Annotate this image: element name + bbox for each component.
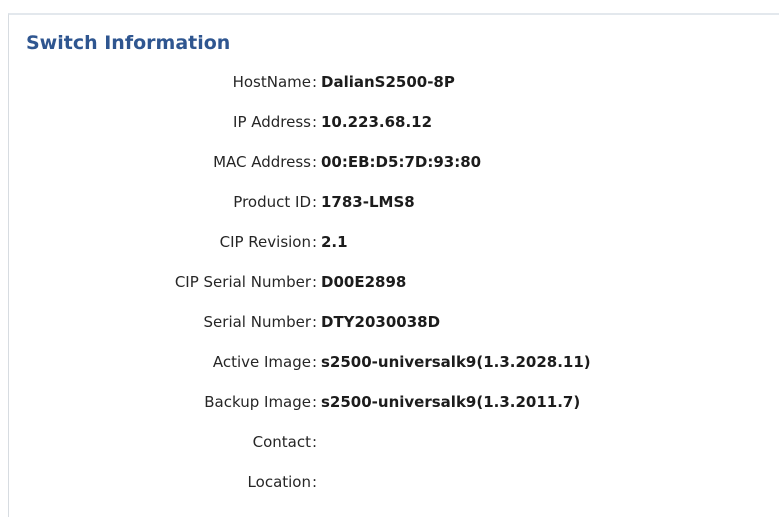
ip-address-label: IP Address [233,113,311,131]
location-row: Location : [9,471,779,493]
mac-address-row: MAC Address : 00:EB:D5:7D:93:80 [9,151,779,173]
backup-image-row: Backup Image : s2500-universalk9(1.3.201… [9,391,779,413]
location-label: Location [247,473,311,491]
cip-revision-row: CIP Revision : 2.1 [9,231,779,253]
cip-serial-number-value: D00E2898 [321,273,407,291]
product-id-row: Product ID : 1783-LMS8 [9,191,779,213]
product-id-value: 1783-LMS8 [321,193,415,211]
ip-address-colon: : [312,113,318,131]
hostname-row: HostName : DalianS2500-8P [9,71,779,93]
ip-address-row: IP Address : 10.223.68.12 [9,111,779,133]
contact-colon: : [312,433,318,451]
hostname-value: DalianS2500-8P [321,73,455,91]
active-image-label: Active Image [212,353,311,371]
active-image-colon: : [312,353,318,371]
contact-label: Contact [252,433,311,451]
backup-image-label: Backup Image [204,393,311,411]
active-image-row: Active Image : s2500-universalk9(1.3.202… [9,351,779,373]
cip-revision-colon: : [312,233,318,251]
cip-revision-value: 2.1 [321,233,348,251]
contact-row: Contact : [9,431,779,453]
cip-serial-number-colon: : [312,273,318,291]
mac-address-label: MAC Address [213,153,311,171]
ip-address-value: 10.223.68.12 [321,113,433,131]
serial-number-colon: : [312,313,318,331]
hostname-colon: : [312,73,318,91]
cip-revision-label: CIP Revision [219,233,311,251]
cip-serial-number-row: CIP Serial Number : D00E2898 [9,271,779,293]
product-id-label: Product ID [233,193,311,211]
serial-number-value: DTY2030038D [321,313,441,331]
cip-serial-number-label: CIP Serial Number [174,273,311,291]
serial-number-row: Serial Number : DTY2030038D [9,311,779,333]
serial-number-label: Serial Number [203,313,311,331]
backup-image-value: s2500-universalk9(1.3.2011.7) [321,393,581,411]
hostname-label: HostName [232,73,311,91]
location-colon: : [312,473,318,491]
panel-title: Switch Information [26,32,231,54]
backup-image-colon: : [312,393,318,411]
mac-address-value: 00:EB:D5:7D:93:80 [321,153,482,171]
product-id-colon: : [312,193,318,211]
mac-address-colon: : [312,153,318,171]
switch-information-panel: Switch Information HostName : DalianS250… [8,13,779,517]
active-image-value: s2500-universalk9(1.3.2028.11) [321,353,591,371]
